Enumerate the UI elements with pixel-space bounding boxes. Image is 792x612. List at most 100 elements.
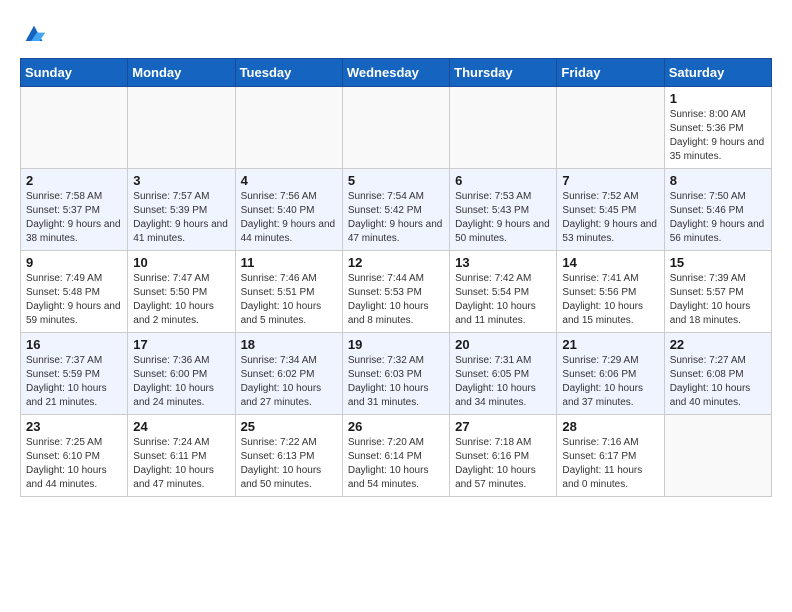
calendar-cell: 12 Sunrise: 7:44 AM Sunset: 5:53 PM Dayli… bbox=[342, 251, 449, 333]
day-info: Sunrise: 7:24 AM Sunset: 6:11 PM Dayligh… bbox=[133, 436, 229, 492]
day-number: 18 bbox=[241, 337, 337, 352]
logo-icon bbox=[20, 20, 48, 48]
day-info: Sunrise: 7:18 AM Sunset: 6:16 PM Dayligh… bbox=[455, 436, 551, 492]
weekday-header: Sunday bbox=[21, 59, 128, 87]
calendar-cell: 10 Sunrise: 7:47 AM Sunset: 5:50 PM Dayli… bbox=[128, 251, 235, 333]
calendar-cell bbox=[664, 415, 771, 497]
calendar-week-row: 9 Sunrise: 7:49 AM Sunset: 5:48 PM Daylig… bbox=[21, 251, 772, 333]
calendar-cell: 27 Sunrise: 7:18 AM Sunset: 6:16 PM Dayli… bbox=[450, 415, 557, 497]
day-info: Sunrise: 7:27 AM Sunset: 6:08 PM Dayligh… bbox=[670, 354, 766, 410]
calendar-cell bbox=[235, 87, 342, 169]
weekday-header: Friday bbox=[557, 59, 664, 87]
calendar-cell: 28 Sunrise: 7:16 AM Sunset: 6:17 PM Dayli… bbox=[557, 415, 664, 497]
day-info: Sunrise: 7:34 AM Sunset: 6:02 PM Dayligh… bbox=[241, 354, 337, 410]
calendar-cell: 3 Sunrise: 7:57 AM Sunset: 5:39 PM Daylig… bbox=[128, 169, 235, 251]
calendar-cell: 18 Sunrise: 7:34 AM Sunset: 6:02 PM Dayli… bbox=[235, 333, 342, 415]
day-number: 13 bbox=[455, 255, 551, 270]
day-info: Sunrise: 7:50 AM Sunset: 5:46 PM Dayligh… bbox=[670, 190, 766, 246]
day-info: Sunrise: 7:49 AM Sunset: 5:48 PM Dayligh… bbox=[26, 272, 122, 328]
day-info: Sunrise: 7:41 AM Sunset: 5:56 PM Dayligh… bbox=[562, 272, 658, 328]
day-number: 25 bbox=[241, 419, 337, 434]
calendar-cell: 26 Sunrise: 7:20 AM Sunset: 6:14 PM Dayli… bbox=[342, 415, 449, 497]
day-info: Sunrise: 7:54 AM Sunset: 5:42 PM Dayligh… bbox=[348, 190, 444, 246]
day-number: 20 bbox=[455, 337, 551, 352]
calendar-cell bbox=[342, 87, 449, 169]
day-number: 15 bbox=[670, 255, 766, 270]
weekday-header: Monday bbox=[128, 59, 235, 87]
calendar-cell: 19 Sunrise: 7:32 AM Sunset: 6:03 PM Dayli… bbox=[342, 333, 449, 415]
day-info: Sunrise: 7:44 AM Sunset: 5:53 PM Dayligh… bbox=[348, 272, 444, 328]
calendar-cell: 2 Sunrise: 7:58 AM Sunset: 5:37 PM Daylig… bbox=[21, 169, 128, 251]
day-number: 14 bbox=[562, 255, 658, 270]
day-info: Sunrise: 7:47 AM Sunset: 5:50 PM Dayligh… bbox=[133, 272, 229, 328]
day-info: Sunrise: 7:46 AM Sunset: 5:51 PM Dayligh… bbox=[241, 272, 337, 328]
day-info: Sunrise: 7:32 AM Sunset: 6:03 PM Dayligh… bbox=[348, 354, 444, 410]
day-number: 12 bbox=[348, 255, 444, 270]
page-header bbox=[20, 20, 772, 48]
calendar-cell: 5 Sunrise: 7:54 AM Sunset: 5:42 PM Daylig… bbox=[342, 169, 449, 251]
day-number: 11 bbox=[241, 255, 337, 270]
day-info: Sunrise: 7:31 AM Sunset: 6:05 PM Dayligh… bbox=[455, 354, 551, 410]
day-info: Sunrise: 7:58 AM Sunset: 5:37 PM Dayligh… bbox=[26, 190, 122, 246]
day-info: Sunrise: 7:37 AM Sunset: 5:59 PM Dayligh… bbox=[26, 354, 122, 410]
calendar-week-row: 23Sunrise: 7:25 AM Sunset: 6:10 PM Dayli… bbox=[21, 415, 772, 497]
day-number: 26 bbox=[348, 419, 444, 434]
weekday-header: Wednesday bbox=[342, 59, 449, 87]
day-info: Sunrise: 7:56 AM Sunset: 5:40 PM Dayligh… bbox=[241, 190, 337, 246]
calendar-cell bbox=[557, 87, 664, 169]
day-number: 17 bbox=[133, 337, 229, 352]
calendar-cell: 8 Sunrise: 7:50 AM Sunset: 5:46 PM Daylig… bbox=[664, 169, 771, 251]
day-number: 27 bbox=[455, 419, 551, 434]
day-number: 1 bbox=[670, 91, 766, 106]
calendar-week-row: 16 Sunrise: 7:37 AM Sunset: 5:59 PM Dayli… bbox=[21, 333, 772, 415]
day-number: 2 bbox=[26, 173, 122, 188]
calendar-cell bbox=[21, 87, 128, 169]
day-number: 10 bbox=[133, 255, 229, 270]
calendar-cell: 22 Sunrise: 7:27 AM Sunset: 6:08 PM Dayli… bbox=[664, 333, 771, 415]
day-number: 24 bbox=[133, 419, 229, 434]
calendar-week-row: 2 Sunrise: 7:58 AM Sunset: 5:37 PM Daylig… bbox=[21, 169, 772, 251]
calendar-cell: 17 Sunrise: 7:36 AM Sunset: 6:00 PM Dayli… bbox=[128, 333, 235, 415]
day-info: Sunrise: 7:52 AM Sunset: 5:45 PM Dayligh… bbox=[562, 190, 658, 246]
day-info: Sunrise: 7:16 AM Sunset: 6:17 PM Dayligh… bbox=[562, 436, 658, 492]
calendar-cell: 4Sunrise: 7:56 AM Sunset: 5:40 PM Daylig… bbox=[235, 169, 342, 251]
calendar-cell: 25 Sunrise: 7:22 AM Sunset: 6:13 PM Dayli… bbox=[235, 415, 342, 497]
day-number: 9 bbox=[26, 255, 122, 270]
calendar-cell: 6 Sunrise: 7:53 AM Sunset: 5:43 PM Daylig… bbox=[450, 169, 557, 251]
calendar-cell bbox=[450, 87, 557, 169]
day-info: Sunrise: 7:42 AM Sunset: 5:54 PM Dayligh… bbox=[455, 272, 551, 328]
day-number: 8 bbox=[670, 173, 766, 188]
calendar-cell: 24 Sunrise: 7:24 AM Sunset: 6:11 PM Dayli… bbox=[128, 415, 235, 497]
day-number: 23 bbox=[26, 419, 122, 434]
weekday-header: Thursday bbox=[450, 59, 557, 87]
day-info: Sunrise: 7:22 AM Sunset: 6:13 PM Dayligh… bbox=[241, 436, 337, 492]
day-number: 22 bbox=[670, 337, 766, 352]
calendar-cell: 16 Sunrise: 7:37 AM Sunset: 5:59 PM Dayli… bbox=[21, 333, 128, 415]
day-number: 21 bbox=[562, 337, 658, 352]
calendar-cell: 14 Sunrise: 7:41 AM Sunset: 5:56 PM Dayli… bbox=[557, 251, 664, 333]
day-info: Sunrise: 7:53 AM Sunset: 5:43 PM Dayligh… bbox=[455, 190, 551, 246]
day-info: Sunrise: 7:57 AM Sunset: 5:39 PM Dayligh… bbox=[133, 190, 229, 246]
calendar-cell: 21Sunrise: 7:29 AM Sunset: 6:06 PM Dayli… bbox=[557, 333, 664, 415]
day-number: 19 bbox=[348, 337, 444, 352]
day-info: Sunrise: 7:36 AM Sunset: 6:00 PM Dayligh… bbox=[133, 354, 229, 410]
calendar-header-row: SundayMondayTuesdayWednesdayThursdayFrid… bbox=[21, 59, 772, 87]
day-info: Sunrise: 7:20 AM Sunset: 6:14 PM Dayligh… bbox=[348, 436, 444, 492]
calendar-cell: 23Sunrise: 7:25 AM Sunset: 6:10 PM Dayli… bbox=[21, 415, 128, 497]
calendar-cell: 7Sunrise: 7:52 AM Sunset: 5:45 PM Daylig… bbox=[557, 169, 664, 251]
day-number: 3 bbox=[133, 173, 229, 188]
day-number: 28 bbox=[562, 419, 658, 434]
day-info: Sunrise: 7:39 AM Sunset: 5:57 PM Dayligh… bbox=[670, 272, 766, 328]
calendar-cell: 13 Sunrise: 7:42 AM Sunset: 5:54 PM Dayli… bbox=[450, 251, 557, 333]
calendar-cell bbox=[128, 87, 235, 169]
calendar-cell: 1Sunrise: 8:00 AM Sunset: 5:36 PM Daylig… bbox=[664, 87, 771, 169]
calendar: SundayMondayTuesdayWednesdayThursdayFrid… bbox=[20, 58, 772, 497]
day-number: 6 bbox=[455, 173, 551, 188]
calendar-cell: 9 Sunrise: 7:49 AM Sunset: 5:48 PM Daylig… bbox=[21, 251, 128, 333]
day-number: 16 bbox=[26, 337, 122, 352]
day-number: 5 bbox=[348, 173, 444, 188]
calendar-cell: 15 Sunrise: 7:39 AM Sunset: 5:57 PM Dayli… bbox=[664, 251, 771, 333]
weekday-header: Saturday bbox=[664, 59, 771, 87]
weekday-header: Tuesday bbox=[235, 59, 342, 87]
calendar-week-row: 1Sunrise: 8:00 AM Sunset: 5:36 PM Daylig… bbox=[21, 87, 772, 169]
